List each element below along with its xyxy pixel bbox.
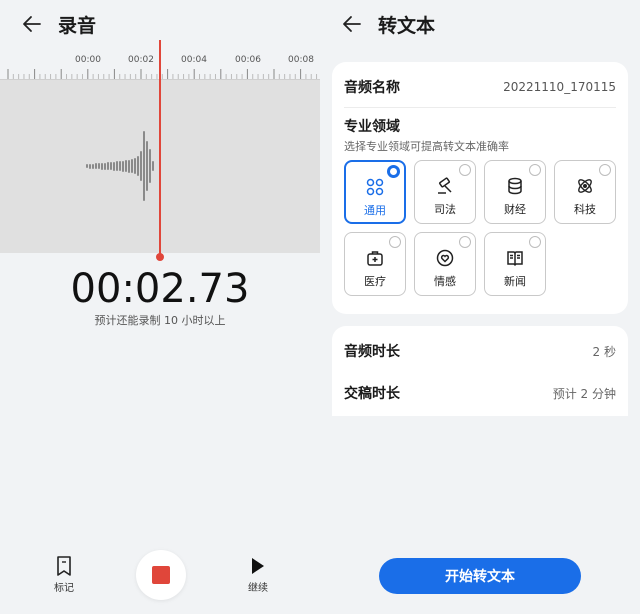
gavel-icon bbox=[436, 177, 454, 195]
continue-button[interactable]: 继续 bbox=[240, 556, 276, 594]
radio-unselected bbox=[599, 164, 611, 176]
waveform-bar bbox=[107, 162, 109, 170]
domain-label: 科技 bbox=[574, 203, 596, 216]
waveform-bar bbox=[110, 162, 112, 170]
radio-selected bbox=[387, 165, 400, 178]
waveform-bar bbox=[89, 163, 91, 169]
back-arrow-icon[interactable] bbox=[342, 14, 362, 34]
ruler-label: 00:06 bbox=[235, 55, 261, 65]
delivery-label: 交稿时长 bbox=[344, 386, 400, 402]
waveform-bar bbox=[116, 161, 118, 171]
waveform-bar bbox=[146, 141, 148, 191]
newspaper-icon bbox=[506, 249, 524, 267]
stop-icon bbox=[152, 566, 170, 584]
radio-unselected bbox=[529, 236, 541, 248]
radio-unselected bbox=[459, 236, 471, 248]
recorder-pane: 录音 00:00 00:02 00:04 00:06 00:08 00:02.7… bbox=[0, 0, 320, 614]
domain-label: 财经 bbox=[504, 203, 526, 216]
waveform-bar bbox=[149, 149, 151, 183]
waveform-bar bbox=[86, 164, 88, 168]
medical-kit-icon bbox=[366, 249, 384, 267]
transcribe-pane: 转文本 音频名称 20221110_170115 专业领域 选择专业领域可提高转… bbox=[320, 0, 640, 614]
audio-duration-row: 音频时长 2 秒 bbox=[344, 340, 616, 362]
continue-label: 继续 bbox=[248, 583, 268, 594]
domain-label: 医疗 bbox=[364, 275, 386, 288]
waveform-bar bbox=[101, 162, 103, 170]
stop-record-button[interactable] bbox=[136, 550, 186, 600]
waveform-bar bbox=[152, 161, 154, 171]
audio-name-label: 音频名称 bbox=[344, 80, 400, 96]
waveform-bar bbox=[122, 160, 124, 172]
domain-option-news[interactable]: 新闻 bbox=[484, 232, 546, 296]
remaining-time: 预计还能录制 10 小时以上 bbox=[94, 314, 226, 327]
domain-option-tech[interactable]: 科技 bbox=[554, 160, 616, 224]
play-icon bbox=[240, 556, 276, 576]
domain-subtitle: 选择专业领域可提高转文本准确率 bbox=[344, 140, 509, 153]
divider bbox=[344, 107, 616, 108]
info-card: 音频时长 2 秒 交稿时长 预计 2 分钟 bbox=[332, 326, 628, 416]
settings-card: 音频名称 20221110_170115 专业领域 选择专业领域可提高转文本准确… bbox=[332, 62, 628, 314]
waveform-bar bbox=[113, 161, 115, 171]
waveform-bar bbox=[140, 151, 142, 181]
radio-unselected bbox=[459, 164, 471, 176]
waveform-bar bbox=[95, 163, 97, 169]
playhead-handle[interactable] bbox=[156, 253, 164, 261]
domain-option-finance[interactable]: 财经 bbox=[484, 160, 546, 224]
playhead[interactable] bbox=[159, 40, 161, 258]
domain-label: 通用 bbox=[364, 204, 386, 217]
audio-name-row: 音频名称 20221110_170115 bbox=[344, 76, 616, 98]
delivery-value: 预计 2 分钟 bbox=[552, 386, 616, 401]
mark-button[interactable]: 标记 bbox=[46, 556, 82, 594]
waveform-bar bbox=[125, 160, 127, 172]
domain-label: 新闻 bbox=[504, 275, 526, 288]
waveform-bar bbox=[119, 161, 121, 171]
back-arrow-icon[interactable] bbox=[22, 14, 42, 34]
domain-option-medical[interactable]: 医疗 bbox=[344, 232, 406, 296]
start-transcribe-button[interactable]: 开始转文本 bbox=[379, 558, 581, 594]
waveform-bar bbox=[131, 159, 133, 173]
waveform-bar bbox=[92, 163, 94, 169]
page-title: 转文本 bbox=[378, 14, 436, 37]
waveform-bar bbox=[143, 131, 145, 201]
delivery-time-row: 交稿时长 预计 2 分钟 bbox=[344, 382, 616, 404]
audio-name-value: 20221110_170115 bbox=[503, 80, 616, 94]
waveform-bar bbox=[128, 159, 130, 173]
transcribe-header: 转文本 bbox=[320, 0, 435, 48]
duration-value: 2 秒 bbox=[592, 344, 616, 359]
radio-unselected bbox=[529, 164, 541, 176]
heart-icon bbox=[436, 249, 454, 267]
waveform-bar bbox=[137, 156, 139, 176]
domain-label: 情感 bbox=[434, 275, 456, 288]
atom-icon bbox=[576, 177, 594, 195]
coins-icon bbox=[506, 177, 524, 195]
recording-timer: 00:02.73 bbox=[70, 266, 250, 312]
waveform-bar bbox=[134, 158, 136, 174]
ruler-label: 00:04 bbox=[181, 55, 207, 65]
ruler-label: 00:02 bbox=[128, 55, 154, 65]
radio-unselected bbox=[389, 236, 401, 248]
ruler-label: 00:00 bbox=[75, 55, 101, 65]
domain-option-emotion[interactable]: 情感 bbox=[414, 232, 476, 296]
recorder-controls: 标记 继续 bbox=[0, 540, 320, 610]
domain-option-general[interactable]: 通用 bbox=[344, 160, 406, 224]
waveform-bar bbox=[98, 163, 100, 169]
bookmark-icon bbox=[46, 556, 82, 576]
screen: 录音 00:00 00:02 00:04 00:06 00:08 00:02.7… bbox=[0, 0, 640, 614]
domain-label: 司法 bbox=[434, 203, 456, 216]
grid-icon bbox=[366, 178, 384, 196]
duration-label: 音频时长 bbox=[344, 344, 400, 360]
ruler-label: 00:08 bbox=[288, 55, 314, 65]
domain-title: 专业领域 bbox=[344, 119, 400, 135]
recorder-header: 录音 bbox=[0, 0, 96, 48]
domain-option-legal[interactable]: 司法 bbox=[414, 160, 476, 224]
waveform-bar bbox=[104, 162, 106, 170]
mark-label: 标记 bbox=[54, 583, 74, 594]
page-title: 录音 bbox=[58, 14, 97, 37]
